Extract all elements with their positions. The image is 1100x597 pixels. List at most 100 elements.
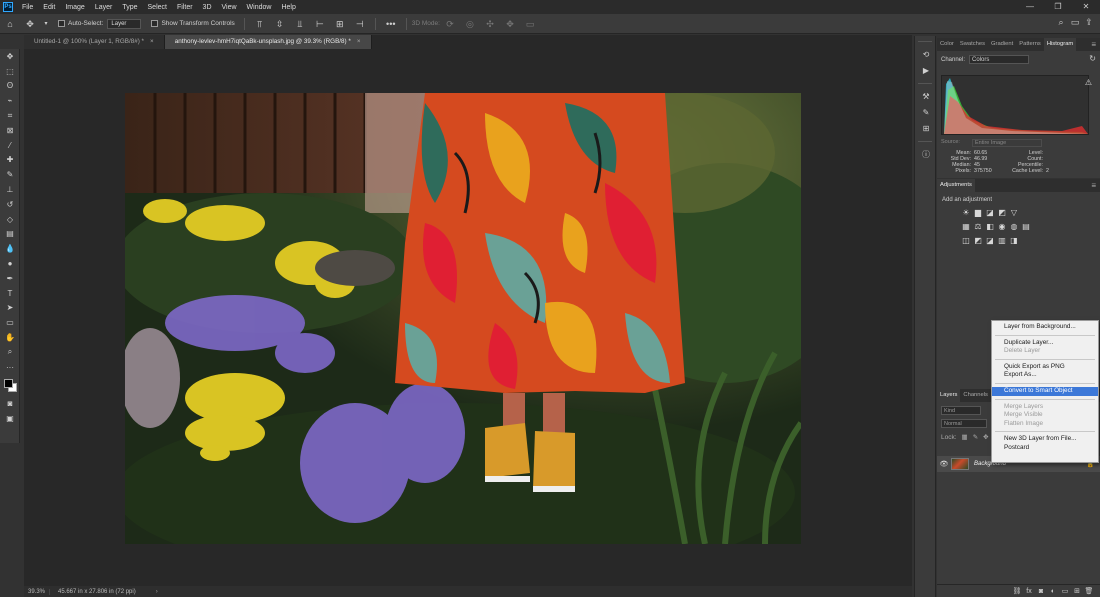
panel-grip[interactable] xyxy=(918,38,932,42)
menu-help[interactable]: Help xyxy=(276,4,300,11)
color-swatches[interactable] xyxy=(0,375,19,397)
hue-sat-icon[interactable]: ▦ xyxy=(960,221,972,231)
align-bottom-icon[interactable]: ⫫ xyxy=(293,18,307,30)
align-top-icon[interactable]: ⫪ xyxy=(253,18,267,30)
lock-paint-icon[interactable]: ✎ xyxy=(973,433,978,441)
type-tool-icon[interactable]: T xyxy=(0,286,20,301)
move-tool-icon[interactable]: ✥ xyxy=(23,18,37,30)
crop-tool-icon[interactable]: ⌗ xyxy=(0,108,20,123)
visibility-eye-icon[interactable]: 👁 xyxy=(937,460,951,468)
invert-icon[interactable]: ◫ xyxy=(960,235,972,245)
tab-histogram[interactable]: Histogram xyxy=(1043,38,1077,51)
close-window-button[interactable]: ✕ xyxy=(1072,0,1100,14)
source-dropdown[interactable]: Entire Image xyxy=(971,139,1042,147)
tab-swatches[interactable]: Swatches xyxy=(957,38,988,51)
marquee-tool-icon[interactable]: ⬚ xyxy=(0,64,20,79)
close-icon[interactable]: × xyxy=(357,38,361,45)
align-left-icon[interactable]: ⊢ xyxy=(313,18,327,30)
properties-info-icon[interactable]: ⓘ xyxy=(915,146,937,162)
3d-scale-icon[interactable]: ▭ xyxy=(523,18,537,30)
panel-grip[interactable] xyxy=(918,80,932,84)
hand-tool-icon[interactable]: ✋ xyxy=(0,330,20,345)
3d-slide-icon[interactable]: ✥ xyxy=(503,18,517,30)
clone-source-icon[interactable]: ⊞ xyxy=(915,120,937,136)
context-menu-item-postcard[interactable]: Postcard xyxy=(992,444,1098,453)
new-group-icon[interactable]: ▭ xyxy=(1059,587,1071,595)
context-menu-item-layer-from-background[interactable]: Layer from Background... xyxy=(992,323,1098,332)
workspace-icon[interactable]: ▭ xyxy=(1068,17,1082,28)
brush-settings-icon[interactable]: ⚒ xyxy=(915,88,937,104)
history-brush-icon[interactable]: ↺ xyxy=(0,197,20,212)
auto-select-checkbox[interactable] xyxy=(58,20,65,27)
menu-filter[interactable]: Filter xyxy=(172,4,198,11)
path-select-icon[interactable]: ➤ xyxy=(0,301,20,316)
align-center-icon[interactable]: ⊞ xyxy=(333,18,347,30)
tab-unsplash-photo[interactable]: anthony-levlev-hmH7iqtQaBk-unsplash.jpg … xyxy=(164,35,372,49)
threshold-icon[interactable]: ◪ xyxy=(984,235,996,245)
quick-mask-icon[interactable]: ◙ xyxy=(0,397,20,412)
tab-adjustments[interactable]: Adjustments xyxy=(937,179,975,192)
home-icon[interactable]: ⌂ xyxy=(3,18,17,30)
lock-position-icon[interactable]: ✥ xyxy=(983,433,988,441)
document-image[interactable] xyxy=(125,93,801,544)
healing-brush-icon[interactable]: ✚ xyxy=(0,153,20,168)
chevron-down-icon[interactable]: ▾ xyxy=(43,18,49,30)
foreground-color-swatch[interactable] xyxy=(4,378,13,388)
gradient-tool-icon[interactable]: ▤ xyxy=(0,227,20,242)
blur-tool-icon[interactable]: 💧 xyxy=(0,241,20,256)
search-icon[interactable]: ⌕ xyxy=(1054,17,1068,28)
gradient-map-icon[interactable]: ◨ xyxy=(1008,235,1020,245)
eraser-tool-icon[interactable]: ◇ xyxy=(0,212,20,227)
levels-icon[interactable]: ▆ xyxy=(972,207,984,217)
menu-view[interactable]: View xyxy=(217,4,242,11)
move-tool-icon[interactable]: ✥ xyxy=(0,49,20,64)
layer-style-icon[interactable]: fx xyxy=(1023,588,1035,595)
lasso-tool-icon[interactable]: ʘ xyxy=(0,79,20,94)
minimize-button[interactable]: — xyxy=(1016,0,1044,14)
3d-orbit-icon[interactable]: ⟳ xyxy=(443,18,457,30)
tab-color[interactable]: Color xyxy=(937,38,957,51)
color-balance-icon[interactable]: ⚖ xyxy=(972,221,984,231)
add-mask-icon[interactable]: ◙ xyxy=(1035,588,1047,595)
adjustment-layer-icon[interactable]: ◐ xyxy=(1047,588,1059,595)
clone-stamp-icon[interactable]: ⊥ xyxy=(0,182,20,197)
canvas-area[interactable] xyxy=(24,49,912,586)
menu-image[interactable]: Image xyxy=(60,4,89,11)
more-tools-icon[interactable]: ··· xyxy=(0,360,20,375)
delete-layer-icon[interactable]: 🗑 xyxy=(1083,587,1095,595)
tab-patterns[interactable]: Patterns xyxy=(1016,38,1044,51)
3d-pan-icon[interactable]: ✣ xyxy=(483,18,497,30)
menu-3d[interactable]: 3D xyxy=(198,4,217,11)
screen-mode-icon[interactable]: ▣ xyxy=(0,411,20,426)
panel-menu-icon[interactable]: ≡ xyxy=(1091,38,1096,51)
new-layer-icon[interactable]: ⊞ xyxy=(1071,587,1083,595)
context-menu-item-convert-to-smart-object[interactable]: Convert to Smart Object xyxy=(992,386,1098,396)
rectangle-tool-icon[interactable]: ▭ xyxy=(0,315,20,330)
menu-type[interactable]: Type xyxy=(117,4,142,11)
status-menu-arrow[interactable]: › xyxy=(156,589,158,595)
bw-icon[interactable]: ◧ xyxy=(984,221,996,231)
align-right-icon[interactable]: ⊣ xyxy=(353,18,367,30)
lock-pixels-icon[interactable]: ▦ xyxy=(962,433,968,441)
frame-tool-icon[interactable]: ⊠ xyxy=(0,123,20,138)
channel-mixer-icon[interactable]: ◍ xyxy=(1008,221,1020,231)
share-icon[interactable]: ⇪ xyxy=(1082,17,1096,28)
tab-channels[interactable]: Channels xyxy=(960,389,991,402)
brightness-icon[interactable]: ☀ xyxy=(960,207,972,217)
tab-untitled-1[interactable]: Untitled-1 @ 100% (Layer 1, RGB/8#) * × xyxy=(24,35,165,49)
maximize-button[interactable]: ❐ xyxy=(1044,0,1072,14)
context-menu-item-duplicate-layer[interactable]: Duplicate Layer... xyxy=(992,339,1098,348)
menu-edit[interactable]: Edit xyxy=(38,4,60,11)
tab-layers[interactable]: Layers xyxy=(937,389,961,402)
menu-select[interactable]: Select xyxy=(143,4,172,11)
link-layers-icon[interactable]: ⛓ xyxy=(1011,587,1023,595)
actions-play-icon[interactable]: ▶ xyxy=(915,62,937,78)
pen-tool-icon[interactable]: ✒ xyxy=(0,271,20,286)
menu-layer[interactable]: Layer xyxy=(90,4,118,11)
posterize-icon[interactable]: ◩ xyxy=(972,235,984,245)
auto-select-target-dropdown[interactable]: Layer xyxy=(107,18,142,29)
3d-roll-icon[interactable]: ◎ xyxy=(463,18,477,30)
brushes-icon[interactable]: ✎ xyxy=(915,104,937,120)
more-options-icon[interactable]: ••• xyxy=(384,18,398,30)
refresh-icon[interactable]: ↻ xyxy=(1089,54,1096,63)
